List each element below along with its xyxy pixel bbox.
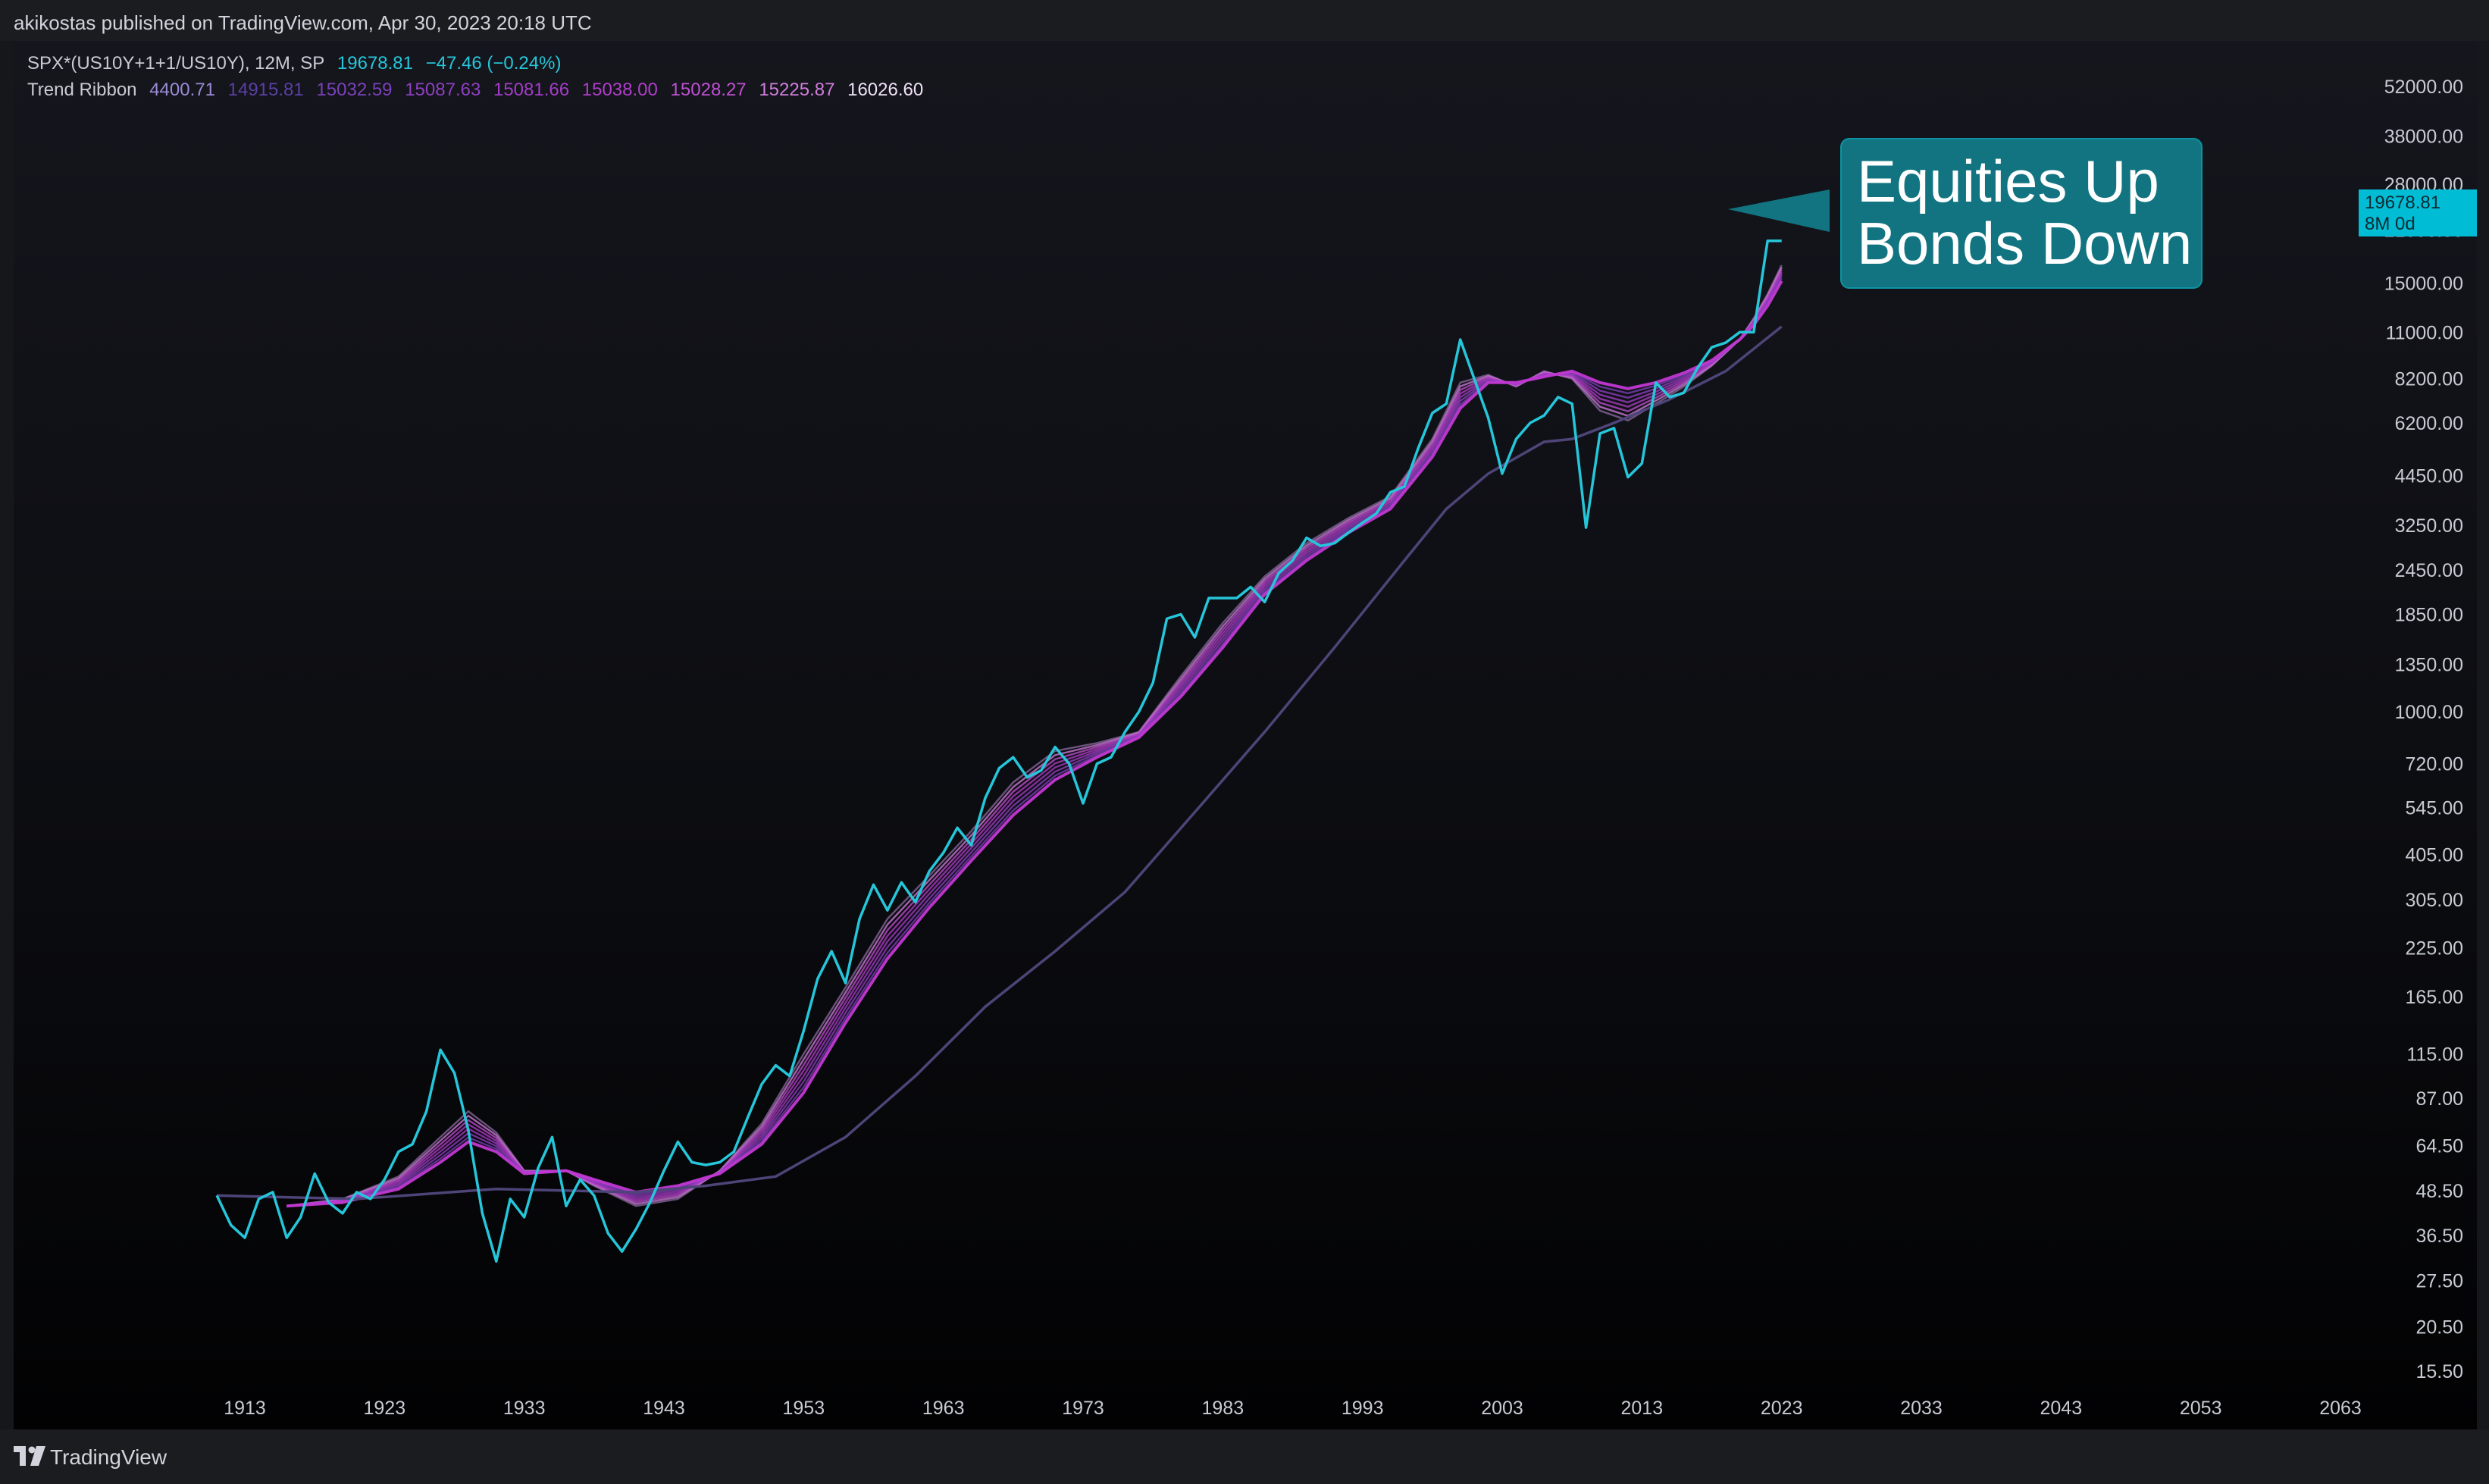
ribbon-value: 15032.59: [316, 80, 393, 100]
y-tick-label: 11000.00: [2386, 322, 2463, 343]
y-tick-label: 165.00: [2406, 987, 2463, 1008]
ribbon-value: 15087.63: [405, 80, 481, 100]
x-tick-label: 1973: [1062, 1398, 1104, 1419]
x-tick-label: 2013: [1620, 1398, 1663, 1419]
x-tick-label: 1953: [782, 1398, 825, 1419]
y-tick-label: 3250.00: [2395, 515, 2463, 537]
ribbon-line: [286, 265, 1783, 1207]
y-tick-label: 115.00: [2406, 1044, 2463, 1066]
y-tick-label: 1000.00: [2395, 702, 2463, 723]
last-price-value: 19678.81: [2365, 193, 2441, 213]
x-tick-label: 1923: [363, 1398, 405, 1419]
legend-ribbon-name: Trend Ribbon: [27, 80, 137, 100]
last-price-tag: 19678.81 8M 0d: [2359, 189, 2477, 236]
y-tick-label: 720.00: [2406, 754, 2463, 775]
y-tick-label: 36.50: [2415, 1226, 2463, 1247]
x-tick-label: 1933: [503, 1398, 546, 1419]
x-tick-label: 1943: [643, 1398, 685, 1419]
y-tick-label: 405.00: [2406, 845, 2463, 866]
trend-ribbon: [286, 265, 1783, 1208]
ribbon-value: 15038.00: [581, 80, 658, 100]
legend-change: −47.46 (−0.24%): [425, 53, 562, 74]
ribbon-value: 16026.60: [847, 80, 924, 100]
legend-main[interactable]: SPX*(US10Y+1+1/US10Y), 12M, SP 19678.81 …: [27, 53, 568, 74]
annotation-callout[interactable]: Equities Up Bonds Down: [1840, 138, 2203, 289]
y-tick-label: 1850.00: [2395, 605, 2463, 626]
tradingview-logo-icon: [14, 1446, 45, 1466]
ribbon-line: [286, 269, 1783, 1207]
ribbon-value: 15225.87: [759, 80, 835, 100]
ribbon-value: 4400.71: [149, 80, 215, 100]
ribbon-line: [286, 278, 1783, 1207]
y-tick-label: 1350.00: [2395, 654, 2463, 675]
x-tick-label: 2043: [2040, 1398, 2082, 1419]
published-text: akikostas published on TradingView.com, …: [14, 11, 592, 34]
callout-pointer: [1728, 189, 1830, 232]
y-tick-label: 305.00: [2406, 890, 2463, 911]
y-tick-label: 87.00: [2415, 1088, 2463, 1110]
ribbon-line: [286, 276, 1783, 1207]
x-tick-label: 2023: [1761, 1398, 1803, 1419]
publication-header: akikostas published on TradingView.com, …: [0, 0, 2489, 41]
x-tick-label: 2063: [2319, 1398, 2362, 1419]
y-tick-label: 48.50: [2415, 1181, 2463, 1202]
y-axis[interactable]: 52000.0038000.0028000.0021000.0015000.00…: [2384, 77, 2463, 1382]
footer-bar: TradingView: [0, 1429, 2489, 1484]
ribbon-value: 15081.66: [493, 80, 570, 100]
ribbon-value: 15028.27: [670, 80, 747, 100]
y-tick-label: 15.50: [2415, 1361, 2463, 1382]
ribbon-value: 14915.81: [227, 80, 304, 100]
y-tick-label: 64.50: [2415, 1135, 2463, 1157]
y-tick-label: 225.00: [2406, 938, 2463, 959]
legend-ribbon[interactable]: Trend Ribbon 4400.71 14915.81 15032.59 1…: [27, 80, 931, 101]
x-tick-label: 2053: [2180, 1398, 2222, 1419]
x-axis[interactable]: 1913 1923 1933 1943 1953 1963 1973 1983 1993 2003…: [224, 1398, 2362, 1419]
y-tick-label: 52000.00: [2384, 77, 2463, 98]
price-line-group: [215, 239, 1782, 1263]
footer-brand-name: TradingView: [50, 1445, 167, 1469]
callout-line-2: Bonds Down: [1857, 210, 2193, 277]
x-tick-label: 2003: [1481, 1398, 1523, 1419]
x-tick-label: 1993: [1342, 1398, 1384, 1419]
callout-line-1: Equities Up: [1857, 148, 2159, 214]
x-tick-label: 1963: [922, 1398, 965, 1419]
x-tick-label: 1983: [1201, 1398, 1244, 1419]
legend-value: 19678.81: [337, 53, 413, 74]
ribbon-line: [286, 274, 1783, 1207]
y-tick-label: 20.50: [2415, 1317, 2463, 1338]
y-tick-label: 15000.00: [2384, 274, 2463, 295]
price-line: [215, 239, 1782, 1263]
ribbon-line: [286, 267, 1783, 1207]
y-tick-label: 27.50: [2415, 1270, 2463, 1291]
y-tick-label: 545.00: [2406, 798, 2463, 819]
y-tick-label: 4450.00: [2395, 465, 2463, 487]
y-tick-label: 6200.00: [2395, 413, 2463, 434]
chart-area[interactable]: 52000.0038000.0028000.0021000.0015000.00…: [14, 41, 2477, 1429]
bar-countdown: 8M 0d: [2365, 214, 2415, 234]
y-tick-label: 2450.00: [2395, 560, 2463, 581]
x-tick-label: 1913: [224, 1398, 266, 1419]
y-tick-label: 8200.00: [2395, 369, 2463, 390]
x-tick-label: 2033: [1900, 1398, 1943, 1419]
ribbon-line: [286, 280, 1783, 1208]
y-tick-label: 38000.00: [2384, 127, 2463, 148]
legend-symbol: SPX*(US10Y+1+1/US10Y), 12M, SP: [27, 53, 325, 74]
ribbon-line: [286, 271, 1783, 1207]
